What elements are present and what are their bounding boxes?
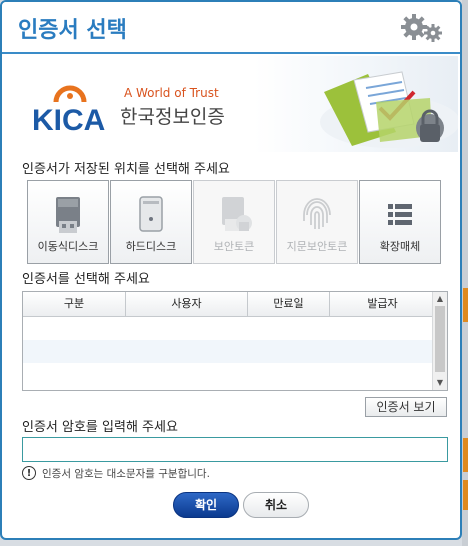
exclamation-circle-icon: ! [22,466,36,480]
settings-button[interactable] [400,12,446,44]
scroll-down-icon[interactable]: ▼ [433,376,447,390]
usb-drive-icon [56,197,80,233]
brand-name: 한국정보인증 [120,106,225,128]
certificate-heading: 인증서를 선택해 주세요 [22,272,150,287]
scroll-up-icon[interactable]: ▲ [433,292,447,306]
background-accent [463,288,468,322]
location-security-token[interactable]: 보안토큰 [193,180,275,264]
certificate-table[interactable]: 구분 사용자 만료일 발급자 ▲ ▼ [22,291,448,391]
table-header: 구분 사용자 만료일 발급자 [23,292,435,317]
security-token-icon [222,197,252,231]
hard-disk-icon [139,196,163,232]
password-heading: 인증서 암호를 입력해 주세요 [22,420,178,435]
background-accent [463,480,468,510]
location-extended-media[interactable]: 확장매체 [359,180,441,264]
scroll-thumb[interactable] [435,306,445,372]
location-label: 지문보안토큰 [286,240,348,253]
column-expiry[interactable]: 만료일 [248,292,330,316]
certificate-folder-lock-icon [310,62,460,150]
column-user[interactable]: 사용자 [126,292,248,316]
table-scrollbar[interactable]: ▲ ▼ [432,292,447,390]
location-label: 확장매체 [379,240,421,253]
location-label: 하드디스크 [125,240,177,253]
list-icon [388,204,412,225]
password-input[interactable] [22,437,448,462]
storage-heading: 인증서가 저장된 위치를 선택해 주세요 [22,162,230,177]
location-fingerprint-token[interactable]: 지문보안토큰 [276,180,358,264]
location-hard-disk[interactable]: 하드디스크 [110,180,192,264]
table-row[interactable] [23,317,435,340]
svg-text:KICA: KICA [32,104,105,134]
dialog-title: 인증서 선택 [18,18,127,43]
certificate-select-dialog: 인증서 선택 KICA A World of Trust 한국정보인증 인증서가… [0,0,462,540]
title-bar: 인증서 선택 [2,2,460,54]
notice-text: 인증서 암호는 대소문자를 구분합니다. [42,468,210,480]
brand-banner: KICA A World of Trust 한국정보인증 [4,56,460,152]
ok-button[interactable]: 확인 [173,492,239,518]
location-label: 보안토큰 [213,240,255,253]
location-label: 이동식디스크 [37,240,99,253]
location-removable-disk[interactable]: 이동식디스크 [27,180,109,264]
brand-tagline: A World of Trust [124,86,219,100]
background-accent [463,438,468,472]
table-row[interactable] [23,340,435,363]
column-issuer[interactable]: 발급자 [330,292,435,316]
column-type[interactable]: 구분 [23,292,126,316]
view-certificate-button[interactable]: 인증서 보기 [365,397,447,417]
table-row[interactable] [23,363,435,386]
kica-logo: KICA [32,80,122,137]
fingerprint-icon [303,198,331,229]
cancel-button[interactable]: 취소 [243,492,309,518]
gear-icon [401,14,442,42]
